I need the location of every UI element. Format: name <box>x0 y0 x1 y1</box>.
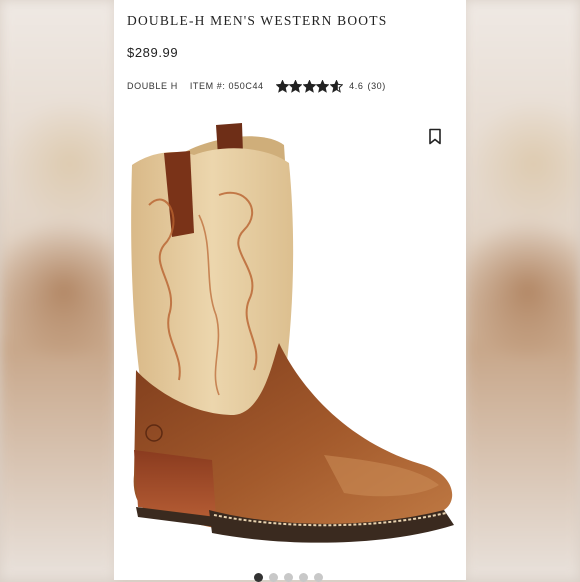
product-meta: DOUBLE H ITEM #: 050C44 4.6 (30) <box>127 78 386 94</box>
carousel-dot[interactable] <box>314 573 323 582</box>
product-image-boot[interactable] <box>124 115 464 565</box>
product-card: DOUBLE-H MEN'S WESTERN BOOTS $289.99 DOU… <box>114 0 466 582</box>
brand-name[interactable]: DOUBLE H <box>127 81 178 91</box>
carousel-dot[interactable] <box>269 573 278 582</box>
star-rating[interactable] <box>275 79 344 93</box>
carousel-dot[interactable] <box>254 573 263 582</box>
product-price: $289.99 <box>127 45 179 60</box>
star-icon <box>329 79 343 93</box>
carousel-dot[interactable] <box>284 573 293 582</box>
review-count[interactable]: (30) <box>367 81 385 91</box>
blurred-background-left <box>0 0 116 580</box>
item-number: 050C44 <box>228 81 264 91</box>
carousel-indicators <box>254 573 329 582</box>
item-number-label: ITEM #: <box>189 81 226 91</box>
rating-value: 4.6 <box>349 81 364 91</box>
star-icon <box>302 79 316 93</box>
star-icon <box>289 79 303 93</box>
star-icon <box>316 79 330 93</box>
star-icon <box>275 79 289 93</box>
blurred-background-right <box>464 0 580 580</box>
carousel-dot[interactable] <box>299 573 308 582</box>
product-title: DOUBLE-H MEN'S WESTERN BOOTS <box>127 13 388 28</box>
boot-heel <box>134 450 216 517</box>
